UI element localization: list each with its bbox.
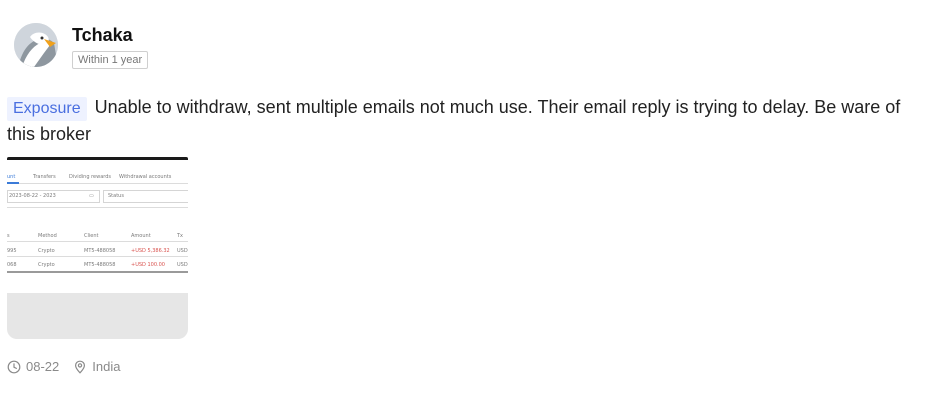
table-cell: 995 [7, 248, 17, 254]
table-header: Client [84, 233, 99, 239]
header-divider [7, 241, 188, 242]
calendar-icon: ▭ [89, 193, 94, 199]
table-cell: +USD 100.00 [131, 262, 165, 268]
status-filter-value: Status [108, 193, 124, 199]
post-date: 08-22 [26, 359, 60, 374]
table-header: Amount [131, 233, 151, 239]
table-cell: +USD 5,386.32 [131, 248, 170, 254]
table-cell: 068 [7, 262, 17, 268]
location-pin-icon [75, 360, 86, 374]
table-cell: MT5-488058 [84, 248, 116, 254]
table-cell: Crypto [38, 262, 55, 268]
attachment-tab: Transfers [33, 174, 56, 180]
attachment-tab: unt [7, 174, 16, 180]
exposure-tag[interactable]: Exposure [7, 97, 87, 121]
clock-icon [7, 360, 21, 373]
date-filter-value: 2023-08-22 - 2023 [9, 193, 56, 199]
attachment-tab: Withdrawal accounts [119, 174, 172, 180]
post-content: Exposure Unable to withdraw, sent multipl… [7, 94, 919, 147]
post-text: Unable to withdraw, sent multiple emails… [7, 97, 901, 144]
active-tab-indicator [7, 182, 19, 184]
table-header: Method [38, 233, 57, 239]
table-bottom-border [7, 271, 188, 273]
table-cell: MT5-488058 [84, 262, 116, 268]
table-cell: Crypto [38, 248, 55, 254]
table-header: Tx [177, 233, 184, 239]
time-badge: Within 1 year [72, 51, 149, 69]
row-divider [7, 256, 188, 257]
table-header: s [7, 233, 10, 239]
post-location: India [92, 359, 121, 374]
attachment-image[interactable]: unt Transfers Dividing rewards Withdrawa… [7, 157, 188, 339]
eagle-avatar-icon [14, 23, 58, 67]
filter-divider [7, 207, 188, 208]
table-cell: USD [177, 248, 188, 254]
tab-divider [7, 183, 188, 184]
attachment-tab: Dividing rewards [69, 174, 112, 180]
author-name[interactable]: Tchaka [72, 25, 133, 46]
table-cell: USD [177, 262, 188, 268]
post-meta: 08-22 India [7, 359, 120, 374]
author-avatar[interactable] [14, 23, 58, 67]
